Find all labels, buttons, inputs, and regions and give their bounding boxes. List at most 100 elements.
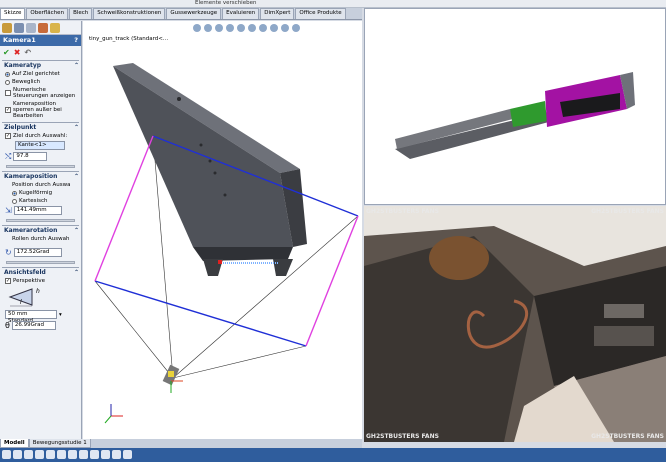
dim-l-label: l — [20, 299, 22, 306]
chevron-down-icon[interactable]: ▾ — [59, 312, 62, 318]
radio-auf-ziel[interactable] — [5, 71, 10, 77]
hole-4 — [213, 171, 217, 175]
target-point-marker — [218, 260, 222, 264]
watermark-top-right: GH2STBUSTERS FANS — [591, 208, 664, 215]
dimxpert-icon[interactable] — [38, 23, 48, 33]
checkbox-ziel-auswahl[interactable]: ✓ — [5, 133, 11, 139]
display-manager-icon[interactable] — [50, 23, 60, 33]
target-slider[interactable] — [6, 165, 75, 168]
command-tabs: Skizze Oberflächen Blech Schweißkonstruk… — [0, 8, 362, 20]
tab-dimxpert[interactable]: DimXpert — [260, 8, 295, 19]
target-percent-input[interactable]: 97.8 — [13, 152, 48, 161]
pm-title-bar: Kamera1 ? — [0, 35, 81, 46]
collapse-icon[interactable]: ⌃ — [74, 62, 79, 69]
hole-2 — [199, 143, 203, 147]
group-kameraposition: Kameraposition ⌃ Position durch Auswa Kug… — [2, 171, 79, 222]
pm-actions: ✔ ✖ ↶ — [0, 46, 81, 58]
graphics-area[interactable]: tiny_gun_track (Standard<... — [83, 21, 362, 439]
toolbar-icon[interactable] — [13, 450, 22, 459]
axis-triad-icon — [104, 404, 123, 424]
distance-slider[interactable] — [6, 219, 75, 222]
position-label: Position durch Auswa — [12, 182, 71, 188]
roll-slider[interactable] — [6, 261, 75, 264]
tab-oberflaechen[interactable]: Oberflächen — [26, 8, 69, 19]
distance-input[interactable]: 141.49mm — [13, 206, 62, 215]
fov-diagram-icon — [8, 288, 33, 307]
dim-h-label: h — [36, 288, 40, 295]
toolbar-icon[interactable] — [90, 450, 99, 459]
group-kamerarotation: Kamerarotation ⌃ Rollen durch Auswah ↻ 172… — [2, 225, 79, 264]
secondary-view[interactable] — [364, 8, 666, 205]
configuration-icon[interactable] — [26, 23, 36, 33]
group-kameratyp: Kameratyp ⌃ Auf Ziel gerichtet Beweglich … — [2, 60, 79, 119]
collapse-icon[interactable]: ⌃ — [74, 124, 79, 131]
feature-tree-icon[interactable] — [2, 23, 12, 33]
status-toolbar — [0, 448, 666, 462]
toolbar-icon[interactable] — [123, 450, 132, 459]
lens-preset-select[interactable]: 50 mm Standard — [5, 310, 57, 324]
field-of-view-diagram: h l — [6, 286, 75, 308]
hole-1 — [177, 97, 181, 101]
property-manager-icon[interactable] — [14, 23, 24, 33]
manager-icon-bar — [0, 21, 81, 35]
bottom-tabs: Modell Bewegungsstudie 1 — [0, 439, 362, 448]
collapse-icon[interactable]: ⌃ — [74, 269, 79, 276]
radio-beweglich[interactable] — [5, 79, 10, 85]
group-zielpunkt: Zielpunkt ⌃ ✓ Ziel durch Auswahl: Kante<1>… — [2, 122, 79, 168]
distance-icon: ⇲ — [5, 205, 12, 215]
toolbar-icon[interactable] — [68, 450, 77, 459]
plate-front-face — [193, 247, 293, 261]
model-side-view — [395, 72, 635, 159]
toolbar-icon[interactable] — [35, 450, 44, 459]
help-button[interactable]: ? — [74, 36, 78, 45]
target-point-icon: ⤭ — [5, 151, 12, 161]
tab-office[interactable]: Office Produkte — [295, 8, 346, 19]
tab-modell[interactable]: Modell — [0, 439, 29, 448]
checkbox-lock-position[interactable]: ✓ — [5, 107, 11, 113]
checkbox-perspektive[interactable]: ✓ — [5, 278, 11, 284]
toolbar-icon[interactable] — [57, 450, 66, 459]
rotation-label: Rollen durch Auswah — [12, 236, 70, 242]
tab-skizze[interactable]: Skizze — [0, 8, 26, 19]
angle-input[interactable]: 26.99Grad — [11, 321, 56, 330]
ok-check-icon[interactable]: ✔ — [3, 48, 10, 57]
reference-photo: GH2STBUSTERS FANS GH2STBUSTERS FANS GH2S… — [364, 206, 666, 442]
group-ansichtsfeld: Ansichtsfeld⌃ ✓Perspektive h l 50 mm Sta… — [2, 267, 79, 330]
target-selection-field[interactable]: Kante<1> — [15, 141, 65, 150]
hole-3 — [208, 159, 212, 163]
group-header[interactable]: Zielpunkt ⌃ — [2, 123, 79, 132]
radio-kartesisch[interactable] — [12, 198, 17, 204]
collapse-icon[interactable]: ⌃ — [74, 227, 79, 234]
cancel-x-icon[interactable]: ✖ — [14, 48, 21, 57]
pm-title: Kamera1 — [3, 36, 36, 44]
radio-kugelfoermig[interactable] — [12, 190, 17, 196]
group-header[interactable]: Kamerarotation ⌃ — [2, 226, 79, 235]
hole-5 — [223, 193, 227, 197]
toolbar-icon[interactable] — [24, 450, 33, 459]
group-header[interactable]: Ansichtsfeld ⌃ — [2, 268, 79, 277]
tab-blech[interactable]: Blech — [69, 8, 93, 19]
model-viewport — [94, 63, 359, 424]
group-header[interactable]: Kameraposition ⌃ — [2, 172, 79, 181]
watermark-bottom-left: GH2STBUSTERS FANS — [366, 433, 439, 440]
toolbar-icon[interactable] — [112, 450, 121, 459]
tab-bewegungsstudie[interactable]: Bewegungsstudie 1 — [28, 439, 91, 448]
title-strip: Elemente verschieben — [0, 0, 666, 8]
checkbox-numeric[interactable] — [5, 90, 11, 96]
foot-right — [273, 259, 293, 276]
roll-icon: ↻ — [5, 247, 12, 257]
toolbar-icon[interactable] — [2, 450, 11, 459]
toolbar-icon[interactable] — [101, 450, 110, 459]
toolbar-icon[interactable] — [46, 450, 55, 459]
tab-schweiss[interactable]: Schweißkonstruktionen — [93, 8, 166, 19]
collapse-icon[interactable]: ⌃ — [74, 173, 79, 180]
watermark-bottom-right: GH2STBUSTERS FANS — [591, 433, 664, 440]
toolbar-icon[interactable] — [79, 450, 88, 459]
window-title: Elemente verschieben — [195, 0, 257, 6]
roll-input[interactable]: 172.52Grad — [13, 248, 62, 257]
undo-icon[interactable]: ↶ — [24, 48, 31, 57]
group-header[interactable]: Kameratyp ⌃ — [2, 61, 79, 70]
tab-guss[interactable]: Gussewerkzeuge — [166, 8, 222, 19]
tab-evaluieren[interactable]: Evaluieren — [222, 8, 260, 19]
property-manager: Kamera1 ? ✔ ✖ ↶ Kameratyp ⌃ Auf Ziel geri… — [0, 21, 82, 439]
